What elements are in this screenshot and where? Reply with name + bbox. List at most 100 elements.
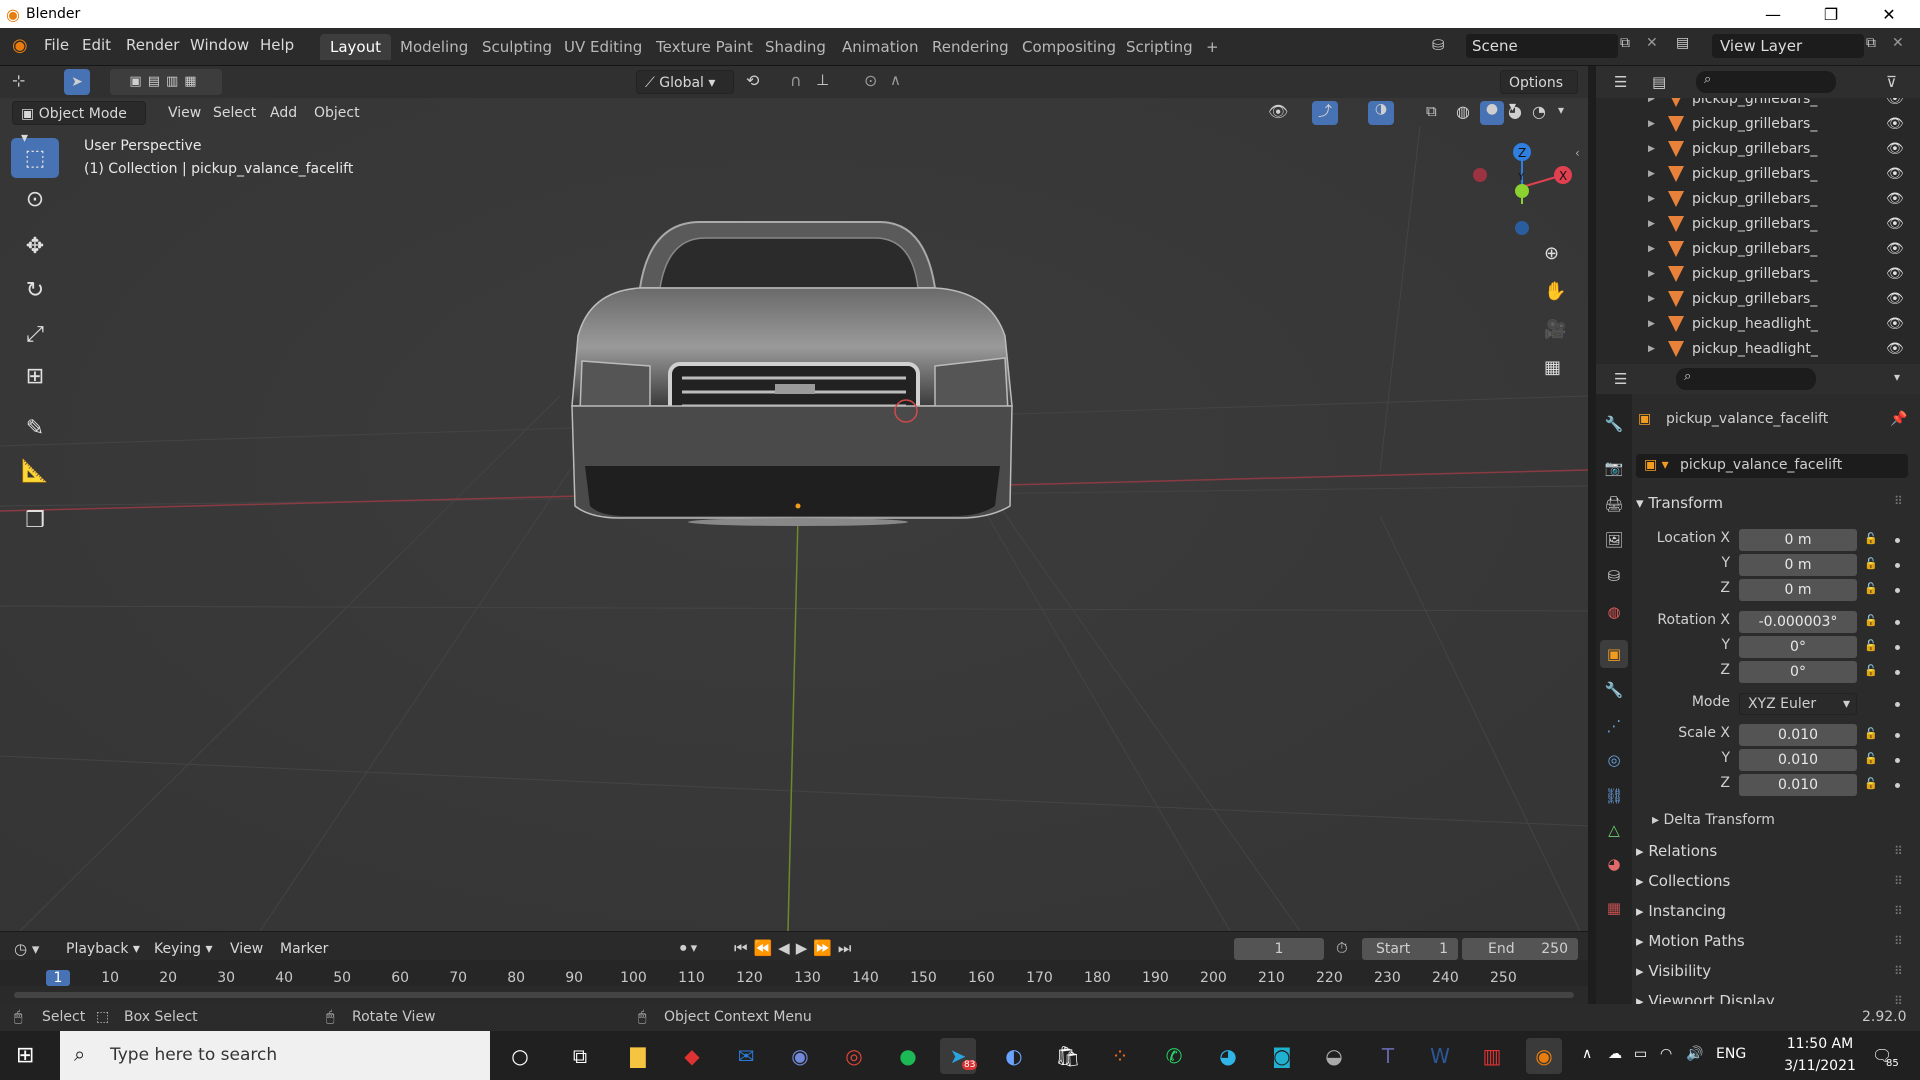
rotate-tool[interactable]: ↻ bbox=[11, 270, 59, 310]
drag-handle-icon[interactable]: ⠿ bbox=[1894, 904, 1903, 918]
visibility-eye-icon[interactable]: 👁 bbox=[1886, 341, 1904, 357]
delete-view-layer-icon[interactable]: ✕ bbox=[1892, 35, 1904, 51]
solid-shading-icon[interactable]: ● bbox=[1480, 101, 1504, 125]
tab-modeling[interactable]: Modeling bbox=[390, 34, 478, 60]
timeline-menu-keying[interactable]: Keying ▾ bbox=[146, 937, 221, 961]
outliner-item[interactable]: ▶ pickup_headlight_in_L_high 👁 bbox=[1596, 311, 1920, 336]
keyframe-dot[interactable] bbox=[1895, 563, 1900, 568]
rotation-y-field[interactable]: 0° bbox=[1739, 636, 1857, 658]
filter-icon[interactable]: ⊽ bbox=[1886, 73, 1897, 91]
file-explorer-icon[interactable]: ▇ bbox=[620, 1038, 656, 1074]
timeline-menu-playback[interactable]: Playback ▾ bbox=[58, 937, 148, 961]
close-button[interactable]: ✕ bbox=[1860, 0, 1918, 28]
gizmo-toggle-icon[interactable]: ⤴ bbox=[1312, 101, 1338, 125]
outliner-item[interactable]: ▶ pickup_grillebars_alt 👁 bbox=[1596, 98, 1920, 111]
panel-header[interactable]: ▸ Instancing bbox=[1636, 902, 1906, 924]
transform-panel-header[interactable]: ▾ Transform bbox=[1636, 494, 1723, 512]
keyframe-dot[interactable] bbox=[1895, 620, 1900, 625]
visibility-eye-icon[interactable]: 👁 bbox=[1886, 166, 1904, 182]
cinema4d-icon[interactable]: ◐ bbox=[996, 1038, 1032, 1074]
viewport-menu-add[interactable]: Add bbox=[262, 101, 305, 125]
edge-icon[interactable]: ◕ bbox=[1210, 1038, 1246, 1074]
lock-icon[interactable]: 🔓 bbox=[1864, 557, 1878, 570]
modifier-wrench-icon[interactable]: 🔧 bbox=[1600, 676, 1628, 704]
expand-triangle-icon[interactable]: ▶ bbox=[1648, 144, 1655, 154]
keyframe-dot[interactable] bbox=[1895, 758, 1900, 763]
store-icon[interactable]: 🛍 bbox=[1050, 1038, 1086, 1074]
properties-editor-icon[interactable]: ☰ bbox=[1614, 370, 1627, 388]
location-x-field[interactable]: 0 m bbox=[1739, 529, 1857, 551]
render-tab-icon[interactable]: 📷 bbox=[1600, 454, 1628, 482]
new-view-layer-icon[interactable]: ⧉ bbox=[1866, 35, 1876, 51]
outliner-search-input[interactable]: ⌕ bbox=[1696, 71, 1836, 93]
display-mode-icon[interactable]: ▤ bbox=[1652, 73, 1666, 91]
menu-file[interactable]: File bbox=[44, 36, 69, 54]
expand-triangle-icon[interactable]: ▶ bbox=[1648, 119, 1655, 129]
outliner-item[interactable]: ▶ pickup_grillebars_sparse 👁 bbox=[1596, 236, 1920, 261]
output-tab-icon[interactable]: 🖨 bbox=[1600, 490, 1628, 518]
scale-x-field[interactable]: 0.010 bbox=[1739, 724, 1857, 746]
game-app-icon[interactable]: ◆ bbox=[674, 1038, 710, 1074]
zoom-icon[interactable]: ⊕ bbox=[1544, 243, 1559, 264]
volume-icon[interactable]: 🔊 bbox=[1686, 1046, 1703, 1062]
editor-type-icon[interactable]: ⊹ bbox=[12, 71, 25, 90]
start-frame-field[interactable]: Start 1 bbox=[1362, 938, 1458, 960]
outliner-item[interactable]: ▶ pickup_grillebars_sparse_a 👁 bbox=[1596, 261, 1920, 286]
panel-header[interactable]: ▸ Motion Paths bbox=[1636, 932, 1906, 954]
windows-start-icon[interactable]: ⊞ bbox=[16, 1043, 34, 1068]
selection-mode-icons[interactable]: ▣▤▥▦ bbox=[110, 69, 222, 95]
taskbar-search-box[interactable]: ⌕ Type here to search bbox=[60, 1031, 490, 1080]
drag-handle-icon[interactable]: ⠿ bbox=[1894, 964, 1903, 978]
object-tab-icon[interactable]: ▣ bbox=[1600, 640, 1628, 668]
snap-magnet-icon[interactable]: ∩ bbox=[790, 71, 802, 90]
lock-icon[interactable]: 🔓 bbox=[1864, 777, 1878, 790]
expand-triangle-icon[interactable]: ▶ bbox=[1648, 344, 1655, 354]
viewport-menu-select[interactable]: Select bbox=[205, 101, 264, 125]
menu-window[interactable]: Window bbox=[190, 36, 249, 54]
tab-sculpting[interactable]: Sculpting bbox=[472, 34, 562, 60]
word-icon[interactable]: W bbox=[1422, 1038, 1458, 1074]
pin-icon[interactable]: 📌 bbox=[1890, 411, 1907, 427]
tab-scripting[interactable]: Scripting bbox=[1116, 34, 1203, 60]
cursor-tool[interactable]: ⊙ bbox=[11, 179, 59, 219]
expand-triangle-icon[interactable]: ▶ bbox=[1648, 194, 1655, 204]
blender-menu-icon[interactable]: ◉ bbox=[12, 35, 28, 56]
pivot-point-icon[interactable]: ⟲ bbox=[746, 71, 759, 90]
tab-shading[interactable]: Shading bbox=[755, 34, 836, 60]
lock-icon[interactable]: 🔓 bbox=[1864, 639, 1878, 652]
add-workspace-button[interactable]: + bbox=[1196, 34, 1229, 60]
properties-search-input[interactable]: ⌕ bbox=[1676, 368, 1816, 390]
particles-tab-icon[interactable]: ⋰ bbox=[1600, 712, 1628, 740]
properties-dropdown-icon[interactable]: ▾ bbox=[1894, 370, 1900, 384]
outliner-panel[interactable]: ☰ ▤ ⌕ ⊽ ▶ pickup_grillebars_alt 👁 ▶ pickup_g… bbox=[1596, 66, 1920, 364]
expand-triangle-icon[interactable]: ▶ bbox=[1648, 319, 1655, 329]
drag-handle-icon[interactable]: ⠿ bbox=[1894, 494, 1903, 508]
overlay-toggle-icon[interactable]: ◑ bbox=[1368, 101, 1394, 125]
blender-taskbar-icon[interactable]: ◉ bbox=[1526, 1038, 1562, 1074]
end-frame-field[interactable]: End 250 bbox=[1462, 938, 1578, 960]
snap-target-icon[interactable]: ⊥ bbox=[816, 71, 829, 89]
visibility-eye-icon[interactable]: 👁 bbox=[1886, 266, 1904, 282]
visibility-eye-icon[interactable]: 👁 bbox=[1886, 98, 1904, 107]
menu-help[interactable]: Help bbox=[260, 36, 294, 54]
scale-y-field[interactable]: 0.010 bbox=[1739, 749, 1857, 771]
camera-app-icon[interactable]: ◙ bbox=[1264, 1038, 1300, 1074]
expand-triangle-icon[interactable]: ▶ bbox=[1648, 269, 1655, 279]
new-scene-icon[interactable]: ⧉ bbox=[1620, 35, 1630, 51]
lock-icon[interactable]: 🔓 bbox=[1864, 614, 1878, 627]
material-shading-icon[interactable]: ◕ bbox=[1508, 102, 1522, 121]
minimize-button[interactable]: — bbox=[1744, 0, 1802, 28]
move-tool[interactable]: ✥ bbox=[11, 226, 59, 266]
material-tab-icon[interactable]: ◕ bbox=[1600, 850, 1628, 878]
delta-transform-header[interactable]: ▸ Delta Transform bbox=[1652, 812, 1775, 828]
drag-handle-icon[interactable]: ⠿ bbox=[1894, 934, 1903, 948]
visibility-eye-icon[interactable]: 👁 bbox=[1268, 102, 1288, 121]
scene-tab-icon[interactable]: ⛁ bbox=[1600, 562, 1628, 590]
viewport-menu-object[interactable]: Object bbox=[306, 101, 368, 125]
whatsapp-icon[interactable]: ✆ bbox=[1156, 1038, 1192, 1074]
battery-icon[interactable]: ▭ bbox=[1634, 1046, 1647, 1062]
timeline-menu-marker[interactable]: Marker bbox=[272, 937, 336, 961]
scene-icon[interactable]: ⛁ bbox=[1432, 36, 1445, 54]
expand-triangle-icon[interactable]: ▶ bbox=[1648, 169, 1655, 179]
3d-viewport[interactable]: Z X Y ⊕ ✋ 🎥 ▦ ‹ User Perspective (1) Col… bbox=[0, 66, 1588, 931]
